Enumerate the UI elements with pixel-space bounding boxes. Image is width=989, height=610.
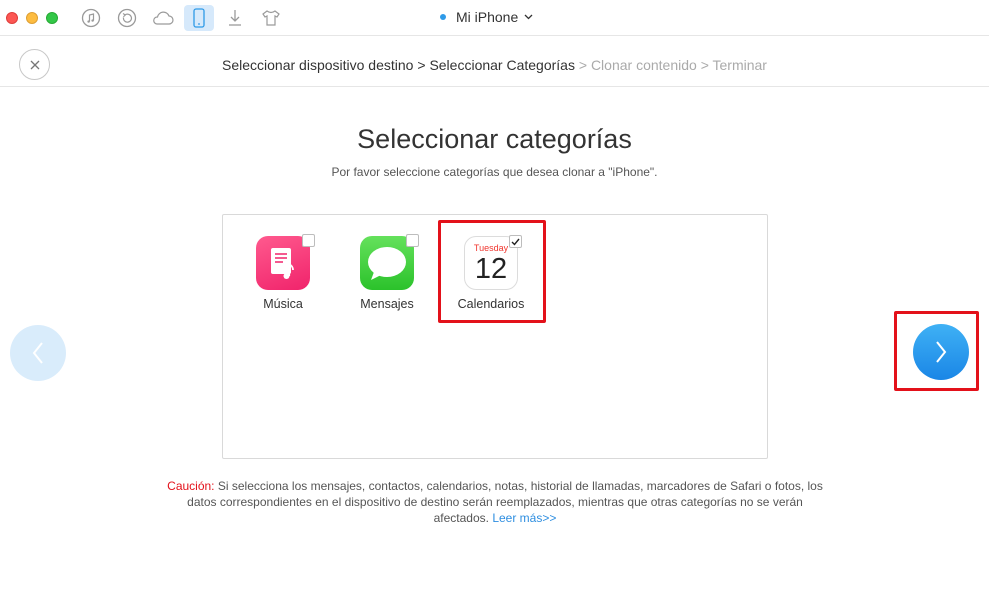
calendar-highlight [438, 220, 546, 323]
page-title: Seleccionar categorías [357, 124, 632, 154]
category-messages[interactable]: Mensajes [342, 234, 432, 311]
chevron-left-icon [32, 342, 43, 364]
next-button[interactable] [913, 324, 969, 380]
tshirt-icon[interactable] [256, 5, 286, 31]
chevron-down-icon [524, 14, 533, 20]
device-name: Mi iPhone [456, 9, 519, 25]
read-more-link[interactable]: Leer más>> [492, 511, 556, 525]
device-status-dot [440, 14, 446, 20]
music-checkbox[interactable] [302, 234, 315, 247]
breadcrumb: Seleccionar dispositivo destino > Selecc… [222, 57, 767, 73]
download-icon[interactable] [220, 5, 250, 31]
previous-button[interactable] [10, 325, 66, 381]
crumb-step-4: Terminar [712, 57, 767, 73]
restore-icon[interactable] [112, 5, 142, 31]
crumb-step-2: Seleccionar Categorías [429, 57, 575, 73]
music-icon [256, 234, 315, 290]
category-label: Mensajes [360, 297, 414, 311]
phone-icon[interactable] [184, 5, 214, 31]
category-music[interactable]: Música [238, 234, 328, 311]
messages-icon [360, 234, 419, 290]
device-selector[interactable]: Mi iPhone [440, 9, 533, 25]
page-subtitle: Por favor seleccione categorías que dese… [331, 165, 658, 179]
chevron-right-icon [936, 341, 947, 363]
caution-note: Caución: Si selecciona los mensajes, con… [160, 478, 830, 526]
icloud-icon[interactable] [148, 5, 178, 31]
close-window-button[interactable] [6, 12, 18, 24]
minimize-window-button[interactable] [26, 12, 38, 24]
messages-checkbox[interactable] [406, 234, 419, 247]
zoom-window-button[interactable] [46, 12, 58, 24]
crumb-step-1: Seleccionar dispositivo destino [222, 57, 414, 73]
itunes-icon[interactable] [76, 5, 106, 31]
breadcrumb-bar: Seleccionar dispositivo destino > Selecc… [0, 41, 989, 87]
title-bar: Mi iPhone [0, 0, 989, 36]
crumb-step-3: Clonar contenido [590, 57, 697, 73]
caution-label: Caución: [167, 479, 215, 493]
category-label: Música [263, 297, 303, 311]
